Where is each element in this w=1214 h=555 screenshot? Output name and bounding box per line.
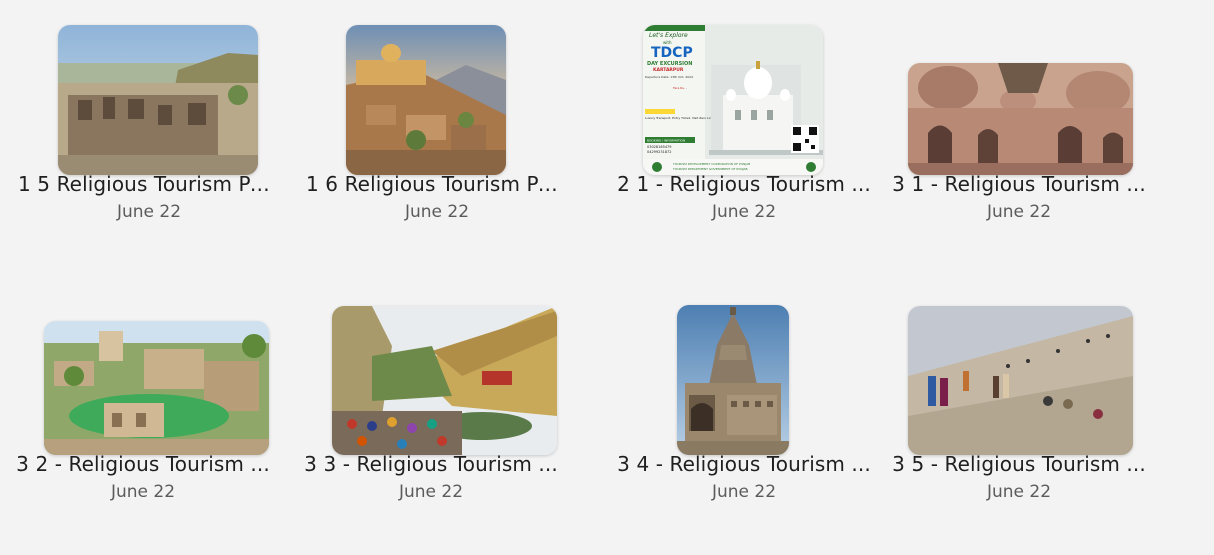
file-name: 1 5 Religious Tourism Pa... <box>18 172 280 196</box>
file-name: 1 6 Religious Tourism Pa... <box>306 172 568 196</box>
file-name: 3 3 - Religious Tourism ... <box>304 452 558 476</box>
thumbnail-frame <box>888 280 1168 455</box>
poster-place: KARTARPUR <box>653 67 684 73</box>
thumbnail-frame <box>300 280 580 455</box>
file-date: June 22 <box>986 202 1052 222</box>
file-name: 3 4 - Religious Tourism ... <box>617 452 871 476</box>
file-name: 3 2 - Religious Tourism ... <box>16 452 270 476</box>
thumbnail-frame <box>12 280 292 455</box>
poster-fare: Fare Rs. - <box>673 86 687 90</box>
thumbnail-canyon-crowd[interactable] <box>332 306 557 455</box>
poster-date-line: Departure Date: 13th Oct, 2024 <box>645 75 693 79</box>
poster-phone-1: 03028165479 <box>647 145 672 149</box>
poster-tagline: Let's Explore <box>649 32 688 39</box>
thumbnail-frame <box>613 280 893 455</box>
thumbnail-palace-city[interactable] <box>346 25 506 175</box>
file-tile[interactable]: 3 1 - Religious Tourism ... June 22 <box>888 0 1168 260</box>
thumbnail-old-temple-domes[interactable] <box>908 63 1133 175</box>
file-tile[interactable]: 3 4 - Religious Tourism ... June 22 <box>613 280 893 540</box>
file-tile[interactable]: Let's Explore with TDCP DAY EXCURSION KA… <box>613 0 893 260</box>
file-date: June 22 <box>398 482 464 502</box>
thumbnail-ruins-hillside[interactable] <box>58 25 258 175</box>
poster-brand: TDCP <box>651 45 693 61</box>
poster-footer-1: TOURISM DEVELOPMENT CORPORATION OF PUNJA… <box>672 162 750 166</box>
file-date: June 22 <box>110 482 176 502</box>
file-tile[interactable]: 3 5 - Religious Tourism ... June 22 <box>888 280 1168 540</box>
thumbnail-frame <box>306 0 586 175</box>
thumbnail-shikhara-temple[interactable] <box>677 305 789 455</box>
thumbnail-temple-pond[interactable] <box>44 321 269 455</box>
file-date: June 22 <box>116 202 182 222</box>
thumbnail-frame: Let's Explore with TDCP DAY EXCURSION KA… <box>613 0 893 175</box>
file-date: June 22 <box>404 202 470 222</box>
thumbnail-tdcp-poster[interactable]: Let's Explore with TDCP DAY EXCURSION KA… <box>643 25 823 175</box>
poster-phone-2: 04299231872 <box>647 150 672 154</box>
file-date: June 22 <box>986 482 1052 502</box>
poster-booking: BOOKING / INFORMATION <box>647 139 685 143</box>
file-date: June 22 <box>711 482 777 502</box>
file-tile[interactable]: 1 6 Religious Tourism Pa... June 22 <box>306 0 586 260</box>
file-name: 3 1 - Religious Tourism ... <box>892 172 1146 196</box>
file-tile[interactable]: 3 2 - Religious Tourism ... June 22 <box>12 280 292 540</box>
thumbnail-frame <box>888 0 1168 175</box>
file-grid: 1 5 Religious Tourism Pa... June 22 1 6 … <box>0 0 1214 555</box>
poster-subtitle: DAY EXCURSION <box>647 61 692 67</box>
file-name: 3 5 - Religious Tourism ... <box>892 452 1146 476</box>
poster-footer-2: TOURISM DEPARTMENT GOVERNMENT OF PUNJAB <box>672 167 748 171</box>
thumbnail-pilgrims-hill[interactable] <box>908 306 1133 455</box>
file-tile[interactable]: 1 5 Religious Tourism Pa... June 22 <box>18 0 298 260</box>
thumbnail-frame <box>18 0 298 175</box>
file-date: June 22 <box>711 202 777 222</box>
file-tile[interactable]: 3 3 - Religious Tourism ... June 22 <box>300 280 580 540</box>
file-name: 2 1 - Religious Tourism ... <box>617 172 871 196</box>
